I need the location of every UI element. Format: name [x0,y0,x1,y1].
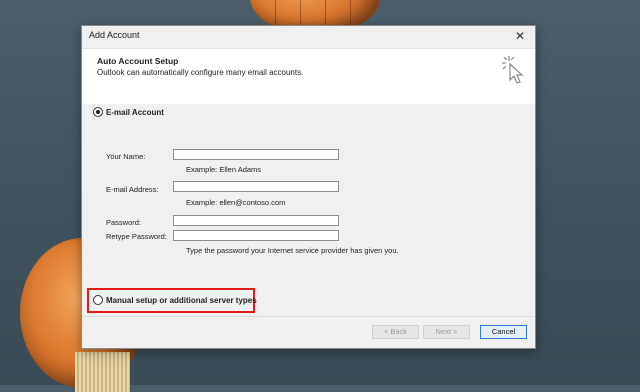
email-address-hint: Example: ellen@contoso.com [186,198,286,207]
cancel-button[interactable]: Cancel [480,325,527,339]
your-name-label: Your Name: [106,152,146,161]
email-address-input[interactable] [173,181,339,192]
next-button[interactable]: Next > [423,325,470,339]
dialog-footer: < Back Next > Cancel [82,316,535,348]
password-input[interactable] [173,215,339,226]
back-button[interactable]: < Back [372,325,419,339]
email-account-radio[interactable] [93,107,103,117]
manual-setup-label: Manual setup or additional server types [106,295,257,305]
window-title: Add Account [89,30,140,40]
your-name-input[interactable] [173,149,339,160]
email-account-option[interactable]: E-mail Account [93,107,164,117]
email-address-label: E-mail Address: [106,185,159,194]
title-bar: Add Account ✕ [82,26,535,49]
retype-password-label: Retype Password: [106,232,167,241]
lantern-tassel-decoration [75,352,130,392]
retype-password-input[interactable] [173,230,339,241]
your-name-hint: Example: Ellen Adams [186,165,262,174]
dialog-header: Auto Account Setup Outlook can automatic… [82,49,535,105]
password-hint: Type the password your Internet service … [186,246,399,255]
header-subtitle: Outlook can automatically configure many… [97,68,304,77]
cursor-sparkle-icon [502,56,524,84]
email-account-label: E-mail Account [106,107,164,117]
dialog-body: E-mail Account Your Name: Example: Ellen… [82,104,535,319]
header-title: Auto Account Setup [97,56,179,66]
manual-setup-option[interactable]: Manual setup or additional server types [93,295,257,305]
add-account-dialog: Add Account ✕ Auto Account Setup Outlook… [81,25,536,349]
password-label: Password: [106,218,142,227]
close-icon[interactable]: ✕ [513,29,527,43]
manual-setup-radio[interactable] [93,295,103,305]
